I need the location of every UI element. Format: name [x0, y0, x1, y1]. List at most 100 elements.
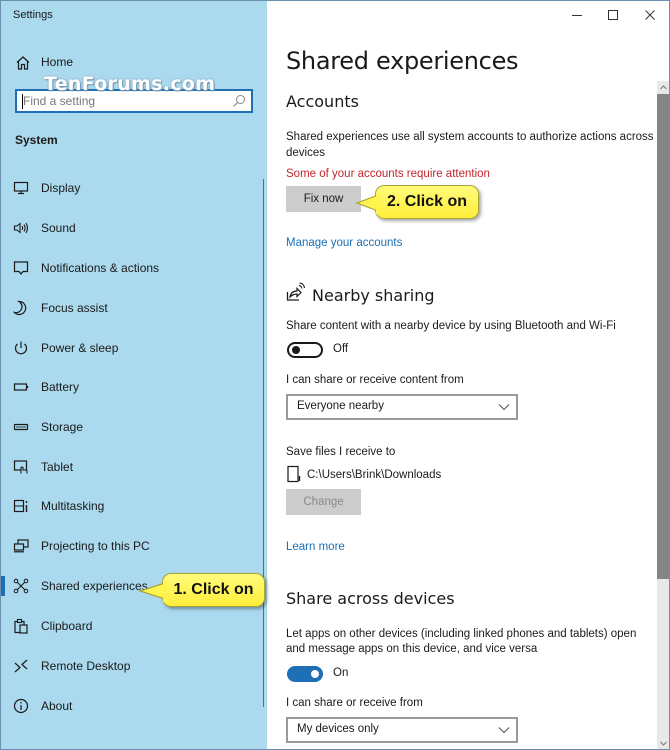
search-box[interactable] [15, 89, 253, 113]
sidebar-item-label: Clipboard [41, 619, 93, 633]
sidebar-item-label: Storage [41, 420, 84, 434]
chevron-up-icon [660, 85, 667, 90]
callout-step-2: 2. Click on [355, 185, 479, 219]
callout-text: 1. Click on [173, 581, 254, 598]
share-across-from-label: I can share or receive from [286, 697, 423, 709]
sidebar-item-label: About [41, 699, 73, 713]
sidebar-item-label: Sound [41, 221, 76, 235]
battery-icon [13, 379, 29, 395]
accounts-description: Shared experiences use all system accoun… [286, 131, 654, 159]
sidebar-item-about[interactable]: About [1, 688, 263, 724]
close-icon [645, 10, 655, 20]
callout-text: 2. Click on [386, 193, 468, 210]
share-across-description-line2: and message apps on this device, and vic… [286, 643, 538, 655]
sidebar-item-remote-desktop[interactable]: Remote Desktop [1, 648, 263, 684]
close-button[interactable] [630, 1, 669, 29]
share-across-toggle-state: On [333, 667, 349, 679]
sidebar-item-multitasking[interactable]: Multitasking [1, 488, 263, 524]
notifications-icon [13, 260, 29, 276]
sidebar-item-display[interactable]: Display [1, 170, 263, 206]
search-icon[interactable] [232, 94, 246, 108]
share-across-description-line1: Let apps on other devices (including lin… [286, 628, 637, 640]
page-title: Shared experiences [286, 47, 519, 75]
share-from-label: I can share or receive content from [286, 374, 464, 386]
share-across-toggle[interactable] [287, 666, 323, 682]
sidebar-item-storage[interactable]: Storage [1, 409, 263, 445]
maximize-icon [608, 10, 618, 20]
sidebar-item-sound[interactable]: Sound [1, 210, 263, 246]
fix-now-button[interactable]: Fix now [286, 186, 361, 212]
manage-accounts-link[interactable]: Manage your accounts [286, 235, 402, 251]
remote-desktop-icon [13, 658, 29, 674]
sidebar-item-tablet[interactable]: Tablet [1, 449, 263, 485]
tablet-icon [13, 459, 29, 475]
share-across-from-dropdown[interactable]: My devices only [286, 717, 518, 743]
sidebar-item-label: Battery [41, 380, 80, 394]
sidebar-item-power-sleep[interactable]: Power & sleep [1, 330, 263, 366]
sidebar-item-clipboard[interactable]: Clipboard [1, 608, 263, 644]
minimize-button[interactable] [557, 1, 597, 29]
dropdown-value: Everyone nearby [297, 400, 384, 412]
nearby-sharing-toggle[interactable] [287, 342, 323, 358]
info-icon [13, 698, 29, 714]
accounts-warning: Some of your accounts require attention [286, 168, 490, 180]
settings-window: Settings Home TenForums.com System Displ… [0, 0, 670, 750]
sidebar-item-label: Tablet [41, 460, 74, 474]
shared-experiences-icon [13, 578, 29, 594]
sidebar-item-home[interactable]: Home [1, 51, 267, 75]
save-path: C:\Users\Brink\Downloads [307, 469, 442, 481]
sidebar-item-battery[interactable]: Battery [1, 369, 263, 405]
callout-pointer [138, 582, 167, 602]
chevron-down-icon [498, 404, 510, 411]
toggle-knob [311, 670, 319, 678]
scroll-up-button[interactable] [657, 81, 669, 94]
change-button[interactable]: Change [286, 489, 361, 515]
sidebar-item-label: Display [41, 181, 81, 195]
learn-more-link[interactable]: Learn more [286, 539, 345, 555]
toggle-knob [292, 346, 300, 354]
sidebar-item-label: Notifications & actions [41, 261, 160, 275]
maximize-button[interactable] [593, 1, 633, 29]
share-across-heading: Share across devices [286, 589, 455, 608]
chevron-down-icon [660, 741, 667, 746]
scroll-down-button[interactable] [657, 737, 669, 749]
display-icon [13, 180, 29, 196]
app-title: Settings [13, 9, 53, 21]
home-icon [15, 55, 31, 71]
accounts-heading: Accounts [286, 92, 359, 111]
dropdown-value: My devices only [297, 723, 379, 735]
save-files-label: Save files I receive to [286, 446, 396, 458]
section-label-system: System [15, 133, 58, 147]
sidebar-item-label: Shared experiences [41, 579, 148, 593]
sidebar-item-focus-assist[interactable]: Focus assist [1, 290, 263, 326]
callout-pointer [355, 194, 380, 214]
clipboard-icon [13, 618, 29, 634]
sidebar-item-notifications[interactable]: Notifications & actions [1, 250, 263, 286]
search-input[interactable] [23, 93, 223, 109]
content-scrollbar-thumb[interactable] [657, 94, 669, 579]
projecting-icon [13, 538, 29, 554]
sidebar-scrollbar[interactable] [263, 179, 264, 707]
nearby-sharing-icon [286, 282, 306, 302]
sound-icon [13, 220, 29, 236]
content-pane: Shared experiences Accounts Shared exper… [267, 1, 669, 749]
sidebar-item-label: Remote Desktop [41, 659, 131, 673]
nearby-sharing-toggle-state: Off [333, 343, 349, 355]
callout-step-1: 1. Click on [138, 573, 265, 607]
home-label: Home [41, 55, 74, 69]
sidebar-item-projecting[interactable]: Projecting to this PC [1, 528, 263, 564]
moon-icon [12, 300, 29, 316]
sidebar-item-label: Projecting to this PC [41, 539, 150, 553]
multitasking-icon [13, 498, 29, 514]
chevron-down-icon [498, 727, 510, 734]
sidebar-item-label: Multitasking [41, 499, 105, 513]
nearby-share-from-dropdown[interactable]: Everyone nearby [286, 394, 518, 420]
sidebar: Settings Home TenForums.com System Displ… [1, 1, 267, 749]
folder-device-icon [287, 465, 301, 483]
sidebar-item-label: Focus assist [41, 301, 108, 315]
sidebar-item-label: Power & sleep [41, 341, 119, 355]
storage-icon [13, 419, 29, 435]
nearby-sharing-description: Share content with a nearby device by us… [286, 320, 616, 332]
minimize-icon [572, 15, 582, 16]
power-icon [13, 340, 29, 356]
